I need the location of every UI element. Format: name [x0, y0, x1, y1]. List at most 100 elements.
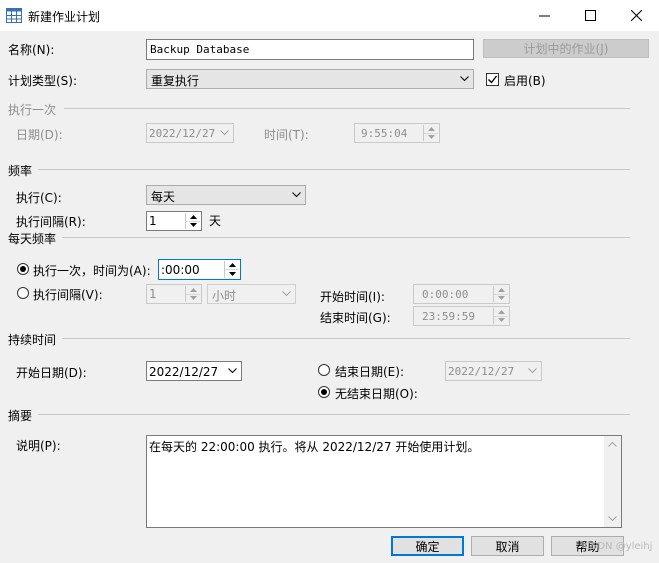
recurs-spinner[interactable] [185, 213, 200, 229]
recurs-input[interactable]: 1 [146, 211, 202, 231]
jobs-in-schedule-button[interactable]: 计划中的作业(J) [483, 39, 649, 58]
once-date-value: 2022/12/27 [149, 127, 216, 140]
daily-every-label: 执行间隔(V): [33, 288, 103, 302]
maximize-icon [584, 10, 596, 21]
checkmark-icon [488, 75, 498, 84]
cancel-label: 取消 [495, 539, 520, 554]
end-time-input[interactable]: 23:59:59 [413, 306, 510, 326]
spin-down-icon [497, 318, 505, 323]
spin-up-icon [189, 287, 197, 292]
enabled-label: 启用(B) [504, 74, 546, 88]
chevron-down-icon [528, 368, 537, 374]
maximize-button[interactable] [567, 0, 613, 31]
end-time-spinner[interactable] [493, 308, 508, 324]
start-time-label: 开始时间(I): [320, 290, 385, 304]
chevron-down-icon [460, 76, 469, 82]
window-title: 新建作业计划 [28, 10, 101, 24]
recurs-label: 执行间隔(R): [16, 215, 86, 229]
jobs-in-schedule-label: 计划中的作业(J) [523, 42, 609, 56]
daily-every-unit-value: 小时 [212, 289, 237, 303]
enabled-checkbox[interactable] [486, 73, 499, 86]
spin-down-icon [189, 296, 197, 301]
schedule-type-value: 重复执行 [151, 74, 200, 88]
spin-up-icon [228, 263, 236, 267]
daily-every-value: 1 [149, 287, 157, 301]
end-date-picker[interactable]: 2022/12/27 [445, 361, 542, 381]
description-scrollbar[interactable] [604, 436, 621, 527]
no-end-date-label: 无结束日期(O): [335, 387, 418, 401]
occurs-label: 执行(C): [16, 191, 62, 205]
schedule-type-select[interactable]: 重复执行 [146, 69, 474, 89]
description-label: 说明(P): [16, 439, 61, 453]
occurs-select[interactable]: 每天 [146, 185, 306, 205]
daily-every-radio[interactable] [17, 287, 29, 299]
start-date-picker[interactable]: 2022/12/27 [146, 361, 242, 381]
divider [38, 414, 630, 415]
section-frequency: 频率 [8, 164, 33, 178]
ok-button[interactable]: 确定 [391, 536, 464, 556]
once-date-picker[interactable]: 2022/12/27 [146, 123, 234, 143]
name-input-value: Backup Database [150, 43, 250, 56]
once-date-label: 日期(D): [16, 128, 63, 142]
end-date-radio[interactable] [318, 364, 330, 376]
schedule-type-label: 计划类型(S): [8, 74, 78, 88]
start-date-value: 2022/12/27 [149, 365, 219, 379]
name-label: 名称(N): [8, 43, 55, 57]
spin-up-icon [497, 287, 505, 292]
spin-down-icon [427, 135, 435, 140]
scroll-up-icon [608, 442, 617, 447]
end-time-label: 结束时间(G): [320, 311, 391, 325]
daily-once-label: 执行一次，时间为(A): [33, 264, 151, 278]
daily-every-input[interactable]: 1 [146, 284, 202, 304]
no-end-date-radio[interactable] [318, 386, 330, 398]
daily-once-time-input[interactable]: :00:00 [158, 259, 241, 280]
daily-once-time-spinner[interactable] [224, 261, 239, 278]
divider [38, 169, 630, 170]
recurs-unit: 天 [209, 214, 222, 228]
end-time-value: 23:59:59 [422, 310, 475, 323]
name-input[interactable]: Backup Database [146, 39, 474, 60]
daily-every-unit-select[interactable]: 小时 [207, 284, 296, 304]
spin-up-icon [497, 309, 505, 314]
spin-down-icon [497, 296, 505, 301]
spin-up-icon [189, 214, 197, 219]
divider [62, 237, 630, 238]
section-summary: 摘要 [8, 409, 33, 423]
occurs-value: 每天 [151, 190, 176, 204]
scroll-down-icon [608, 516, 617, 521]
spin-down-icon [189, 223, 197, 228]
recurs-value: 1 [149, 214, 157, 228]
chevron-down-icon [292, 192, 301, 198]
description-text: 在每天的 22:00:00 执行。将从 2022/12/27 开始使用计划。 [149, 440, 480, 454]
start-time-spinner[interactable] [493, 286, 508, 302]
once-time-label: 时间(T): [264, 128, 309, 142]
section-once: 执行一次 [8, 103, 57, 117]
spin-up-icon [427, 126, 435, 131]
once-time-value: 9:55:04 [361, 127, 408, 140]
close-icon [630, 10, 642, 21]
chevron-down-icon [228, 368, 237, 374]
schedule-table-icon [6, 8, 22, 23]
daily-once-time-value: :00:00 [161, 263, 200, 277]
start-time-value: 0:00:00 [422, 288, 469, 301]
spin-down-icon [228, 272, 236, 276]
title-bar: 新建作业计划 [0, 0, 659, 31]
chevron-down-icon [220, 130, 229, 136]
daily-once-radio[interactable] [17, 263, 29, 275]
section-daily-frequency: 每天频率 [8, 232, 57, 246]
divider [64, 108, 630, 109]
end-date-value: 2022/12/27 [448, 365, 515, 378]
cancel-button[interactable]: 取消 [471, 536, 544, 556]
start-time-input[interactable]: 0:00:00 [413, 284, 510, 304]
close-button[interactable] [613, 0, 659, 31]
minimize-button[interactable] [521, 0, 567, 31]
daily-every-spinner[interactable] [185, 286, 200, 302]
minimize-icon [538, 15, 550, 17]
once-time-input[interactable]: 9:55:04 [354, 123, 440, 143]
chevron-down-icon [282, 291, 291, 297]
description-textarea[interactable]: 在每天的 22:00:00 执行。将从 2022/12/27 开始使用计划。 [146, 435, 622, 528]
once-time-spinner[interactable] [423, 125, 438, 141]
end-date-label: 结束日期(E): [335, 365, 404, 379]
ok-label: 确定 [415, 539, 440, 554]
start-date-label: 开始日期(D): [16, 366, 87, 380]
